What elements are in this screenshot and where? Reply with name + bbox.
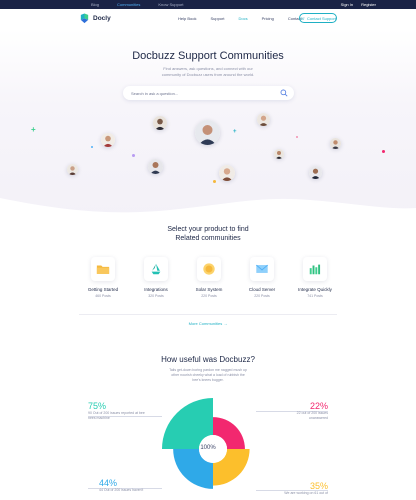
product-post-count: 741 Posts	[307, 294, 323, 298]
plus-decoration-icon: +	[31, 125, 36, 134]
stat-percent: 44%	[99, 478, 118, 488]
product-card-getting-started[interactable]: Getting Started 460 Posts	[77, 257, 129, 298]
product-name: Getting Started	[87, 287, 119, 292]
community-avatar[interactable]	[257, 113, 270, 126]
more-communities-link[interactable]: More Communities →	[0, 321, 416, 326]
community-avatar[interactable]	[309, 166, 322, 179]
product-name: Integrations	[144, 287, 168, 292]
nav-item-support[interactable]: Support	[210, 16, 224, 21]
register-link[interactable]: Register	[361, 2, 376, 7]
search-icon[interactable]	[280, 89, 288, 97]
stat-35: 35% We are working on 61 out of	[280, 481, 328, 496]
product-name: Integrate Quickly	[298, 287, 332, 292]
useful-section-title: How useful was Docbuzz?	[161, 355, 255, 364]
useful-section-subtitle: Tails get-down boring pardon me nagged m…	[169, 368, 247, 382]
logo-icon	[80, 13, 89, 24]
section-divider	[79, 314, 337, 315]
product-icon-box	[91, 257, 115, 281]
product-post-count: 220 Posts	[201, 294, 217, 298]
contact-support-button[interactable]: ☏ Contact Support	[299, 13, 337, 23]
sign-in-link[interactable]: Sign In	[341, 2, 353, 7]
search-placeholder: Search in ask a question...	[131, 90, 179, 96]
hero-wave-divider	[0, 198, 416, 228]
stat-percent: 75%	[88, 401, 107, 411]
stat-22: 22% 22 out of 200 issues unanswered	[280, 401, 328, 420]
logo[interactable]: Docly	[79, 13, 111, 24]
stat-note: 22 out of 200 issues unanswered	[296, 411, 328, 420]
nav-item-docs[interactable]: Docs	[238, 16, 247, 21]
product-card-integrate-quickly[interactable]: Integrate Quickly 741 Posts	[289, 257, 341, 298]
community-avatar[interactable]	[101, 133, 115, 147]
chat-icon: ☏	[300, 15, 306, 21]
product-post-count: 460 Posts	[95, 294, 111, 298]
dot-decoration	[132, 154, 135, 157]
search-input[interactable]: Search in ask a question...	[123, 86, 294, 100]
folder-icon	[96, 265, 110, 274]
community-avatar[interactable]	[274, 149, 284, 159]
stat-note: 90 Out of 200 issues reported at bee nee…	[88, 411, 145, 420]
dot-decoration	[91, 146, 93, 148]
community-avatar[interactable]	[148, 159, 163, 174]
nav-item-pricing[interactable]: Pricing	[262, 16, 274, 21]
product-icon-box	[303, 257, 327, 281]
hero-subtitle: Find answers, ask questions, and connect…	[161, 66, 255, 77]
dot-decoration	[382, 150, 385, 153]
contact-support-label: Contact Support	[307, 15, 336, 21]
product-icon-box	[197, 257, 221, 281]
nav-item-help-book[interactable]: Help Book	[178, 16, 196, 21]
products-title: Select your product to find Related comm…	[0, 225, 416, 243]
top-bar-links: Blog Communities Know Support	[91, 2, 184, 7]
pie-center-label: 100%	[200, 445, 216, 451]
logo-text: Docly	[93, 15, 111, 22]
recycle-icon	[151, 263, 161, 275]
community-avatar[interactable]	[330, 138, 341, 149]
product-icon-box	[144, 257, 168, 281]
product-post-count: 320 Posts	[148, 294, 164, 298]
sun-icon	[203, 263, 215, 275]
topbar-link-blog[interactable]: Blog	[91, 2, 99, 7]
product-post-count: 220 Posts	[254, 294, 270, 298]
product-icon-box	[250, 257, 274, 281]
product-list: Getting Started 460 Posts Integrations 3…	[77, 257, 341, 298]
stat-note: We are working on 61 out of	[284, 491, 328, 495]
product-card-cloud-server[interactable]: Cloud Server 220 Posts	[236, 257, 288, 298]
topbar-link-communities[interactable]: Communities	[117, 2, 140, 7]
stat-note: 44 Out of 200 issues haven't	[99, 488, 144, 492]
products-title-line2: Related communities	[175, 235, 241, 242]
product-card-solar-system[interactable]: Solar System 220 Posts	[183, 257, 235, 298]
top-bar: Blog Communities Know Support Sign In Re…	[0, 0, 416, 9]
community-avatar[interactable]	[153, 116, 167, 130]
mail-icon	[256, 264, 268, 273]
bar-chart-icon	[309, 264, 321, 275]
main-navbar: Docly Help Book Support Docs Pricing Con…	[0, 9, 416, 29]
plus-decoration-icon: +	[233, 129, 237, 135]
topbar-link-know-support[interactable]: Know Support	[158, 2, 183, 7]
top-bar-account: Sign In Register	[341, 2, 376, 7]
product-name: Solar System	[195, 287, 223, 292]
community-avatar[interactable]	[219, 165, 235, 181]
product-name: Cloud Server	[248, 287, 276, 292]
product-card-integrations[interactable]: Integrations 320 Posts	[130, 257, 182, 298]
stat-percent: 35%	[309, 481, 328, 491]
community-avatar[interactable]	[195, 120, 220, 145]
nav-menu: Help Book Support Docs Pricing Contact	[178, 16, 302, 21]
stat-percent: 22%	[309, 401, 328, 411]
community-avatar[interactable]	[67, 164, 78, 175]
page-title: Docbuzz Support Communities	[132, 50, 284, 62]
stat-75: 75% 90 Out of 200 issues reported at bee…	[88, 401, 148, 420]
dot-decoration	[296, 136, 298, 138]
products-title-line1: Select your product to find	[167, 226, 249, 233]
stat-44: 44% 44 Out of 200 issues haven't	[99, 478, 159, 493]
dot-decoration	[213, 180, 216, 183]
